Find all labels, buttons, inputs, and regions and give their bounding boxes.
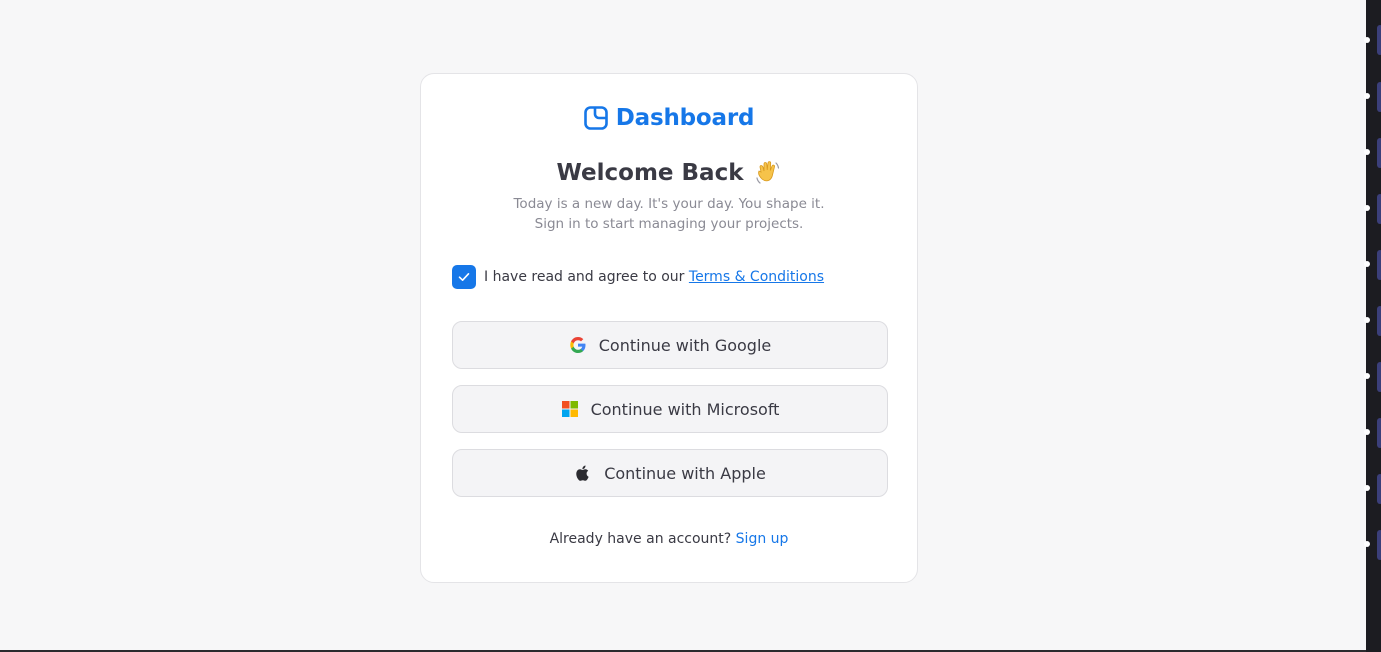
- panel-dot: [1364, 261, 1370, 267]
- panel-tab[interactable]: [1377, 25, 1381, 55]
- google-signin-button[interactable]: Continue with Google: [452, 321, 888, 369]
- panel-tab[interactable]: [1377, 418, 1381, 448]
- signup-prompt: Already have an account? Sign up: [421, 531, 917, 547]
- dashboard-logo-icon: [583, 106, 608, 130]
- microsoft-signin-button[interactable]: Continue with Microsoft: [452, 385, 888, 433]
- apple-signin-button[interactable]: Continue with Apple: [452, 449, 888, 497]
- panel-dot: [1364, 93, 1370, 99]
- login-card: Dashboard Welcome Back Today is a new da…: [420, 73, 918, 583]
- panel-dot: [1364, 541, 1370, 547]
- terms-checkbox[interactable]: [452, 265, 476, 289]
- terms-link[interactable]: Terms & Conditions: [689, 269, 824, 285]
- panel-dot: [1364, 205, 1370, 211]
- subtitle: Today is a new day. It's your day. You s…: [421, 194, 917, 234]
- panel-dot: [1364, 317, 1370, 323]
- microsoft-signin-label: Continue with Microsoft: [590, 399, 780, 419]
- panel-dot: [1364, 149, 1370, 155]
- welcome-heading: Welcome Back: [421, 156, 917, 190]
- panel-dot: [1364, 37, 1370, 43]
- apple-signin-label: Continue with Apple: [604, 463, 766, 483]
- subtitle-line-2: Sign in to start managing your projects.: [534, 216, 804, 232]
- signup-link[interactable]: Sign up: [736, 531, 789, 547]
- google-icon: [570, 337, 586, 353]
- terms-text: I have read and agree to our: [484, 269, 685, 285]
- google-signin-label: Continue with Google: [598, 335, 772, 355]
- panel-tab[interactable]: [1377, 530, 1381, 560]
- panel-tab[interactable]: [1377, 306, 1381, 336]
- panel-dot: [1364, 485, 1370, 491]
- subtitle-line-1: Today is a new day. It's your day. You s…: [513, 196, 825, 212]
- panel-tab[interactable]: [1377, 82, 1381, 112]
- panel-tab[interactable]: [1377, 250, 1381, 280]
- waving-hand-icon: [755, 161, 779, 184]
- panel-tab[interactable]: [1377, 194, 1381, 224]
- panel-tab[interactable]: [1377, 474, 1381, 504]
- terms-label: I have read and agree to our Terms & Con…: [484, 269, 824, 285]
- microsoft-icon: [561, 401, 578, 417]
- terms-agreement: I have read and agree to our Terms & Con…: [452, 265, 824, 289]
- signup-prompt-text: Already have an account?: [549, 531, 732, 547]
- brand: Dashboard: [421, 102, 917, 134]
- brand-name: Dashboard: [615, 105, 755, 131]
- panel-dot: [1364, 429, 1370, 435]
- apple-icon: [576, 465, 589, 481]
- panel-tab[interactable]: [1377, 138, 1381, 168]
- checkmark-icon: [458, 273, 470, 281]
- panel-tab[interactable]: [1377, 362, 1381, 392]
- page-title: Welcome Back: [556, 160, 744, 186]
- panel-dot: [1364, 373, 1370, 379]
